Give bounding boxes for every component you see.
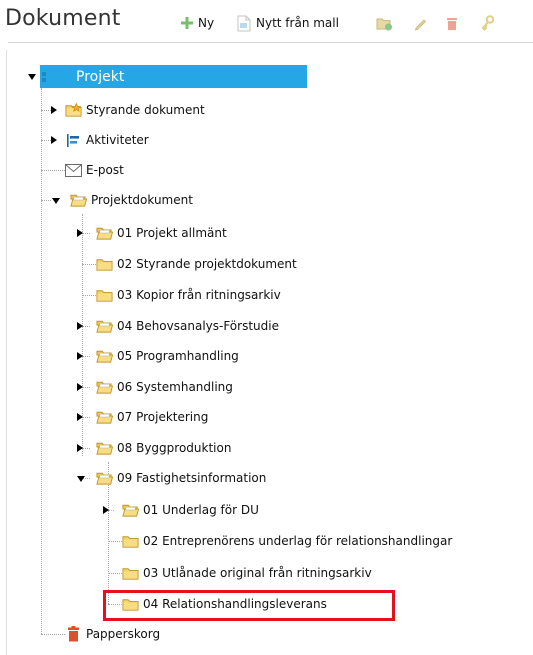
tree-branch-line <box>82 233 90 234</box>
tree-item-label: 01 Projekt allmänt <box>117 226 227 240</box>
folder-icon <box>122 533 139 550</box>
tree-item-projektdokument[interactable]: Projektdokument <box>70 189 193 211</box>
expand-toggle-04[interactable] <box>77 322 83 330</box>
tree-branch-line <box>108 573 122 574</box>
folder-open-icon <box>96 348 113 365</box>
tree-branch-line <box>108 541 122 542</box>
tree-branch-line <box>108 604 122 605</box>
tree-item-03-utlanade-original[interactable]: 03 Utlånade original från ritningsarkiv <box>122 562 372 584</box>
tree-branch-line <box>82 387 90 388</box>
tree-item-04-relationshandlingsleverans[interactable]: 04 Relationshandlingsleverans <box>122 593 327 615</box>
tree-item-08-byggproduktion[interactable]: 08 Byggproduktion <box>96 437 231 459</box>
folder-open-icon <box>96 225 113 242</box>
tree-item-01-projekt-allmant[interactable]: 01 Projekt allmänt <box>96 222 227 244</box>
tree-item-label: 06 Systemhandling <box>117 380 233 394</box>
tree-branch-line <box>82 356 90 357</box>
tree-item-label: 07 Projektering <box>117 410 209 424</box>
folder-icon <box>122 596 139 613</box>
tree-branch-line <box>41 170 65 171</box>
tree-item-label: Projektdokument <box>91 193 193 207</box>
tree-item-papperskorg[interactable]: Papperskorg <box>65 623 160 645</box>
tree-item-03-kopior[interactable]: 03 Kopior från ritningsarkiv <box>96 284 281 306</box>
folder-open-icon <box>122 502 139 519</box>
folder-open-icon <box>96 379 113 396</box>
document-tree: Projekt Styrande dokument Aktiviteter E-… <box>0 0 533 655</box>
tree-branch-line <box>41 634 65 635</box>
tree-item-label: 04 Behovsanalys-Förstudie <box>117 319 279 333</box>
tree-item-09-fastighetsinformation[interactable]: 09 Fastighetsinformation <box>96 467 266 489</box>
tree-branch-line <box>82 326 90 327</box>
folder-open-icon <box>96 440 113 457</box>
expand-toggle-aktiviteter[interactable] <box>51 136 57 144</box>
tree-branch-line <box>82 417 90 418</box>
tree-branch-line <box>41 140 51 141</box>
tree-branch-line <box>82 295 96 296</box>
trash-icon <box>65 626 82 643</box>
folder-open-icon <box>96 318 113 335</box>
tree-item-label: Styrande dokument <box>86 103 205 117</box>
collapse-toggle-09[interactable] <box>77 476 85 482</box>
tree-item-05-programhandling[interactable]: 05 Programhandling <box>96 345 239 367</box>
folder-open-icon <box>96 470 113 487</box>
folder-icon <box>96 287 113 304</box>
envelope-icon <box>65 162 82 179</box>
tree-item-aktiviteter[interactable]: Aktiviteter <box>65 129 149 151</box>
tree-branch-line <box>41 110 51 111</box>
tree-branch-line <box>41 200 51 201</box>
tree-item-label: 09 Fastighetsinformation <box>117 471 267 485</box>
expand-toggle-06[interactable] <box>77 383 83 391</box>
tree-item-label: 04 Relationshandlingsleverans <box>143 597 327 611</box>
tree-item-styrande-dokument[interactable]: Styrande dokument <box>65 99 205 121</box>
tree-item-label: 03 Kopior från ritningsarkiv <box>117 288 281 302</box>
tree-item-label: E-post <box>86 163 124 177</box>
folder-star-icon <box>65 102 82 119</box>
tree-item-label: Aktiviteter <box>86 133 149 147</box>
folder-open-icon <box>96 409 113 426</box>
folder-icon <box>96 256 113 273</box>
tree-item-label: 02 Styrande projektdokument <box>117 257 297 271</box>
tree-item-02-styrande-projektdokument[interactable]: 02 Styrande projektdokument <box>96 253 297 275</box>
folder-icon <box>122 565 139 582</box>
expand-toggle-09-01[interactable] <box>103 506 109 514</box>
tree-item-label: 01 Underlag för DU <box>143 503 259 517</box>
expand-toggle-styrande-dokument[interactable] <box>51 106 57 114</box>
tree-root-label: Projekt <box>76 68 125 85</box>
tree-item-e-post[interactable]: E-post <box>65 159 124 181</box>
collapse-toggle-projektdokument[interactable] <box>52 198 60 204</box>
tree-item-02-entreprenorens-underlag[interactable]: 02 Entreprenörens underlag för relations… <box>122 530 452 552</box>
tree-branch-line <box>82 448 90 449</box>
tree-branch-line <box>82 264 96 265</box>
tree-item-label: Papperskorg <box>86 627 161 641</box>
project-icon <box>40 68 50 85</box>
tree-item-label: 02 Entreprenörens underlag för relations… <box>143 534 453 548</box>
gantt-icon <box>65 132 82 149</box>
expand-toggle-01[interactable] <box>77 229 83 237</box>
tree-item-06-systemhandling[interactable]: 06 Systemhandling <box>96 376 233 398</box>
tree-item-label: 08 Byggproduktion <box>117 441 232 455</box>
expand-toggle-08[interactable] <box>77 444 83 452</box>
expand-toggle-07[interactable] <box>77 413 83 421</box>
tree-item-label: 05 Programhandling <box>117 349 239 363</box>
expand-toggle-05[interactable] <box>77 352 83 360</box>
tree-item-label: 03 Utlånade original från ritningsarkiv <box>143 566 372 580</box>
folder-open-icon <box>70 192 87 209</box>
tree-item-07-projektering[interactable]: 07 Projektering <box>96 406 208 428</box>
collapse-toggle-projekt[interactable] <box>28 74 36 80</box>
tree-item-01-underlag-for-du[interactable]: 01 Underlag för DU <box>122 499 259 521</box>
tree-root-projekt[interactable]: Projekt <box>40 65 307 88</box>
tree-item-04-behovsanalys[interactable]: 04 Behovsanalys-Förstudie <box>96 315 279 337</box>
